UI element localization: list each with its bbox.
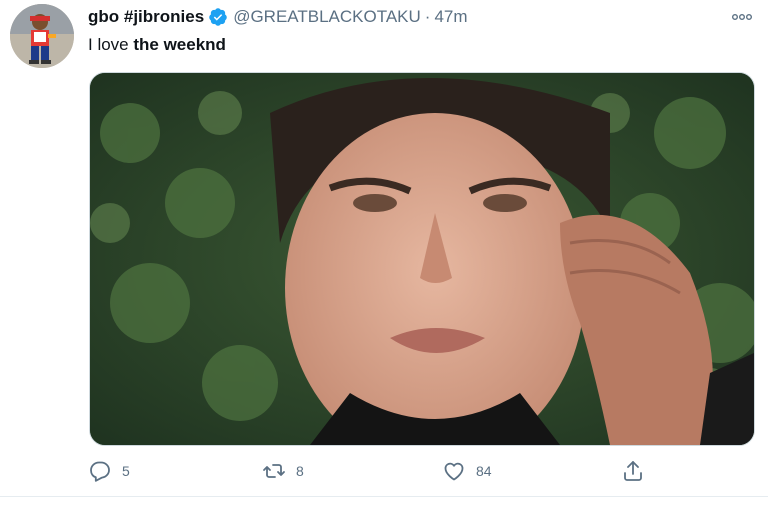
share-icon — [624, 461, 642, 481]
photo-image — [90, 73, 754, 445]
avatar-image — [10, 4, 74, 68]
verified-badge-icon — [208, 7, 228, 27]
more-options-icon[interactable] — [730, 8, 754, 26]
display-name[interactable]: gbo #jibronies — [88, 6, 204, 28]
retweet-button[interactable]: 8 — [262, 457, 304, 485]
handle[interactable]: @GREATBLACKOTAKU — [233, 6, 421, 28]
like-count: 84 — [476, 463, 492, 479]
tweet-text: I love the weeknd — [88, 34, 226, 56]
heart-icon — [444, 462, 464, 481]
reply-icon — [90, 461, 110, 482]
share-button[interactable] — [621, 457, 645, 485]
retweet-icon — [263, 464, 285, 478]
avatar[interactable] — [10, 4, 74, 68]
divider — [0, 496, 768, 497]
separator: · — [424, 7, 431, 26]
retweet-count: 8 — [296, 463, 304, 479]
reply-button[interactable]: 5 — [88, 457, 130, 485]
tweet-photo[interactable] — [89, 72, 755, 446]
tweet-text-bold: the weeknd — [133, 35, 226, 54]
tweet-header: gbo #jibronies @GREATBLACKOTAKU · 47m — [88, 6, 468, 28]
tweet[interactable]: gbo #jibronies @GREATBLACKOTAKU · 47m I … — [0, 0, 768, 505]
like-button[interactable]: 84 — [442, 457, 492, 485]
timestamp[interactable]: 47m — [434, 6, 467, 28]
tweet-text-prefix: I love — [88, 35, 134, 54]
tweet-actions: 5 8 84 — [0, 457, 768, 485]
reply-count: 5 — [122, 463, 130, 479]
